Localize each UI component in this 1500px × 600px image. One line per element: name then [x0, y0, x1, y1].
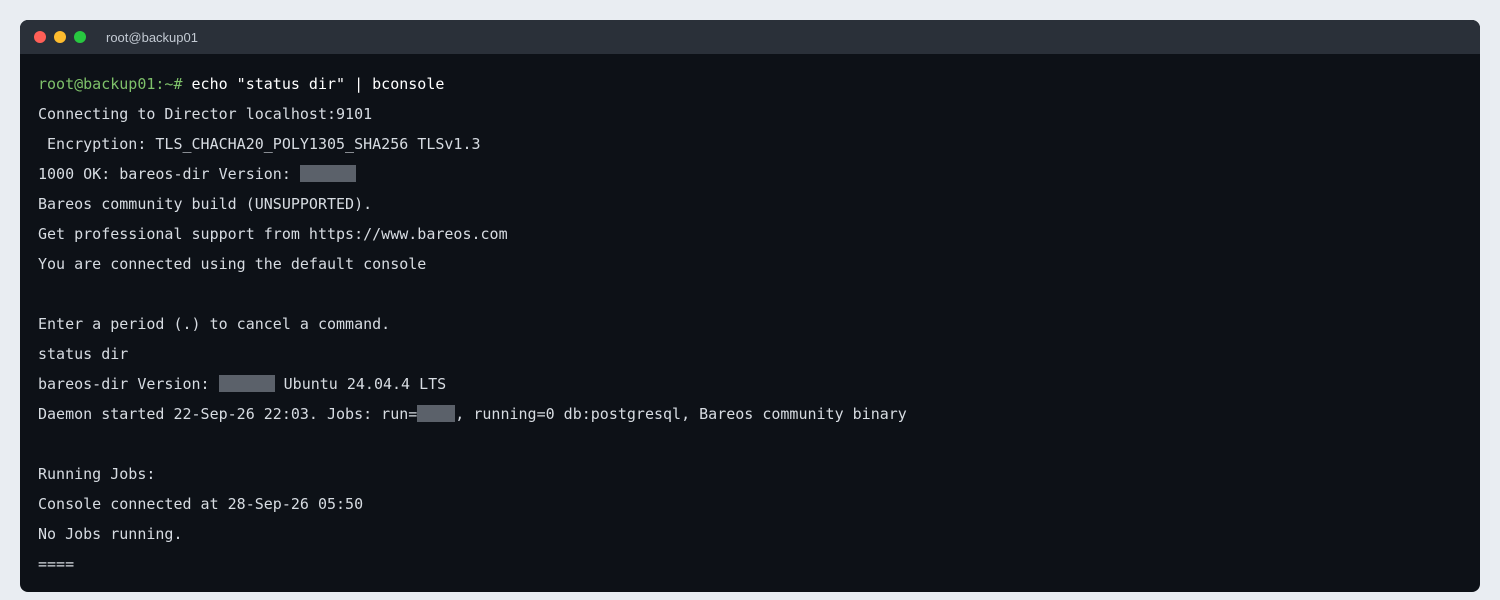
- output-line: Bareos community build (UNSUPPORTED).: [38, 195, 373, 213]
- terminal-window: root@backup01 root@backup01:~# echo "sta…: [20, 20, 1480, 592]
- redacted-count-block: [417, 405, 456, 422]
- output-line: Running Jobs:: [38, 465, 156, 483]
- minimize-icon[interactable]: [54, 31, 66, 43]
- output-line: Get professional support from https://ww…: [38, 225, 508, 243]
- output-line: status dir: [38, 345, 129, 363]
- shell-command: echo "status dir" | bconsole: [191, 75, 445, 93]
- output-line: Encryption: TLS_CHACHA20_POLY1305_SHA256…: [38, 135, 481, 153]
- output-line: Enter a period (.) to cancel a command.: [38, 315, 391, 333]
- output-line: ====: [38, 555, 75, 573]
- command-line: root@backup01:~# echo "status dir" | bco…: [38, 69, 1462, 99]
- output-line: bareos-dir Version: Ubuntu 24.04.4 LTS: [38, 369, 1462, 399]
- maximize-icon[interactable]: [74, 31, 86, 43]
- title-bar: root@backup01: [20, 20, 1480, 54]
- output-text: 1000 OK: bareos-dir Version:: [38, 165, 300, 183]
- window-title: root@backup01: [106, 29, 198, 45]
- output-line: 1000 OK: bareos-dir Version:: [38, 159, 1462, 189]
- shell-prompt: root@backup01:~#: [38, 75, 192, 93]
- terminal-output[interactable]: root@backup01:~# echo "status dir" | bco…: [20, 54, 1480, 579]
- redacted-version-block: [299, 165, 356, 182]
- output-line: No Jobs running.: [38, 525, 183, 543]
- output-line: Connecting to Director localhost:9101: [38, 105, 373, 123]
- output-line: Daemon started 22-Sep-26 22:03. Jobs: ru…: [38, 399, 1462, 429]
- output-line: You are connected using the default cons…: [38, 255, 427, 273]
- output-text: , running=0 db:postgresql, Bareos commun…: [455, 405, 907, 423]
- output-text: Daemon started 22-Sep-26 22:03. Jobs: ru…: [38, 405, 418, 423]
- output-line: Console connected at 28-Sep-26 05:50: [38, 495, 364, 513]
- output-text: bareos-dir Version:: [38, 375, 219, 393]
- close-icon[interactable]: [34, 31, 46, 43]
- redacted-version-block: [218, 375, 275, 392]
- output-text: Ubuntu 24.04.4 LTS: [274, 375, 447, 393]
